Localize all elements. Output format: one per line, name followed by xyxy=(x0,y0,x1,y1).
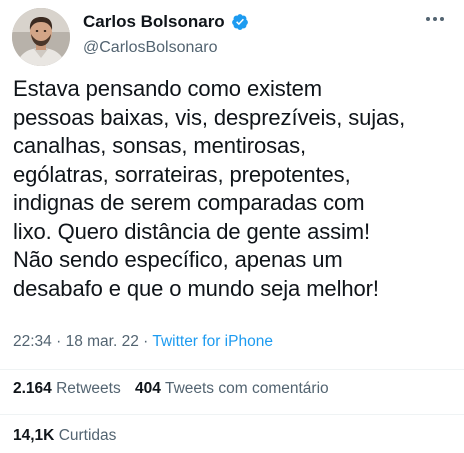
divider xyxy=(0,369,464,370)
verified-badge-icon xyxy=(231,14,248,30)
author-handle[interactable]: @CarlosBolsonaro xyxy=(83,39,218,57)
tweet-line: canalhas, sonsas, mentirosas, xyxy=(13,133,307,158)
tweet-line: desabafo e que o mundo seja melhor! xyxy=(13,275,379,301)
likes-count: 14,1K xyxy=(13,427,55,444)
quote-tweets-label: Tweets com comentário xyxy=(164,380,329,397)
quote-tweets-stat[interactable]: 404 Tweets com comentário xyxy=(135,380,329,397)
tweet-metadata: 22:34 · 18 mar. 22 · Twitter for iPhone xyxy=(13,333,273,351)
avatar[interactable] xyxy=(12,8,70,66)
tweet-line: Não sendo específico, apenas um xyxy=(13,247,343,272)
quote-tweets-count: 404 xyxy=(135,380,161,397)
author-display-name[interactable]: Carlos Bolsonaro xyxy=(83,12,225,32)
tweet-line: indignas de serem comparadas com xyxy=(13,190,365,215)
dot xyxy=(426,17,430,21)
separator: · xyxy=(138,333,153,350)
tweet-date[interactable]: 18 mar. 22 xyxy=(66,333,139,350)
more-options-icon[interactable] xyxy=(426,14,448,24)
likes-stat[interactable]: 14,1K Curtidas xyxy=(13,427,116,444)
tweet-line: ególatras, sorrateiras, prepotentes, xyxy=(13,161,351,187)
retweets-label: Retweets xyxy=(56,380,121,397)
tweet-line: pessoas baixas, vis, desprezíveis, sujas… xyxy=(13,104,406,130)
retweets-stat[interactable]: 2.164 Retweets xyxy=(13,380,121,397)
likes-label: Curtidas xyxy=(58,427,117,444)
profile-photo-icon xyxy=(12,8,70,66)
tweet-line: Estava pensando como existem xyxy=(13,76,323,101)
tweet-line: lixo. Quero distância de gente assim! xyxy=(13,218,371,244)
likes-stats-row: 14,1K Curtidas xyxy=(13,427,126,445)
engagement-stats-row: 2.164 Retweets 404 Tweets com comentário xyxy=(13,380,339,398)
retweets-count: 2.164 xyxy=(13,380,52,397)
dot xyxy=(440,17,444,21)
divider xyxy=(0,414,464,415)
tweet-source-link[interactable]: Twitter for iPhone xyxy=(152,333,273,350)
dot xyxy=(433,17,437,21)
tweet-time[interactable]: 22:34 xyxy=(13,333,52,350)
tweet-card: Carlos Bolsonaro @CarlosBolsonaro Estava… xyxy=(0,0,464,453)
separator: · xyxy=(51,333,66,350)
author-name-row[interactable]: Carlos Bolsonaro xyxy=(83,12,249,32)
tweet-text: Estava pensando como existem pessoas bai… xyxy=(13,75,453,303)
